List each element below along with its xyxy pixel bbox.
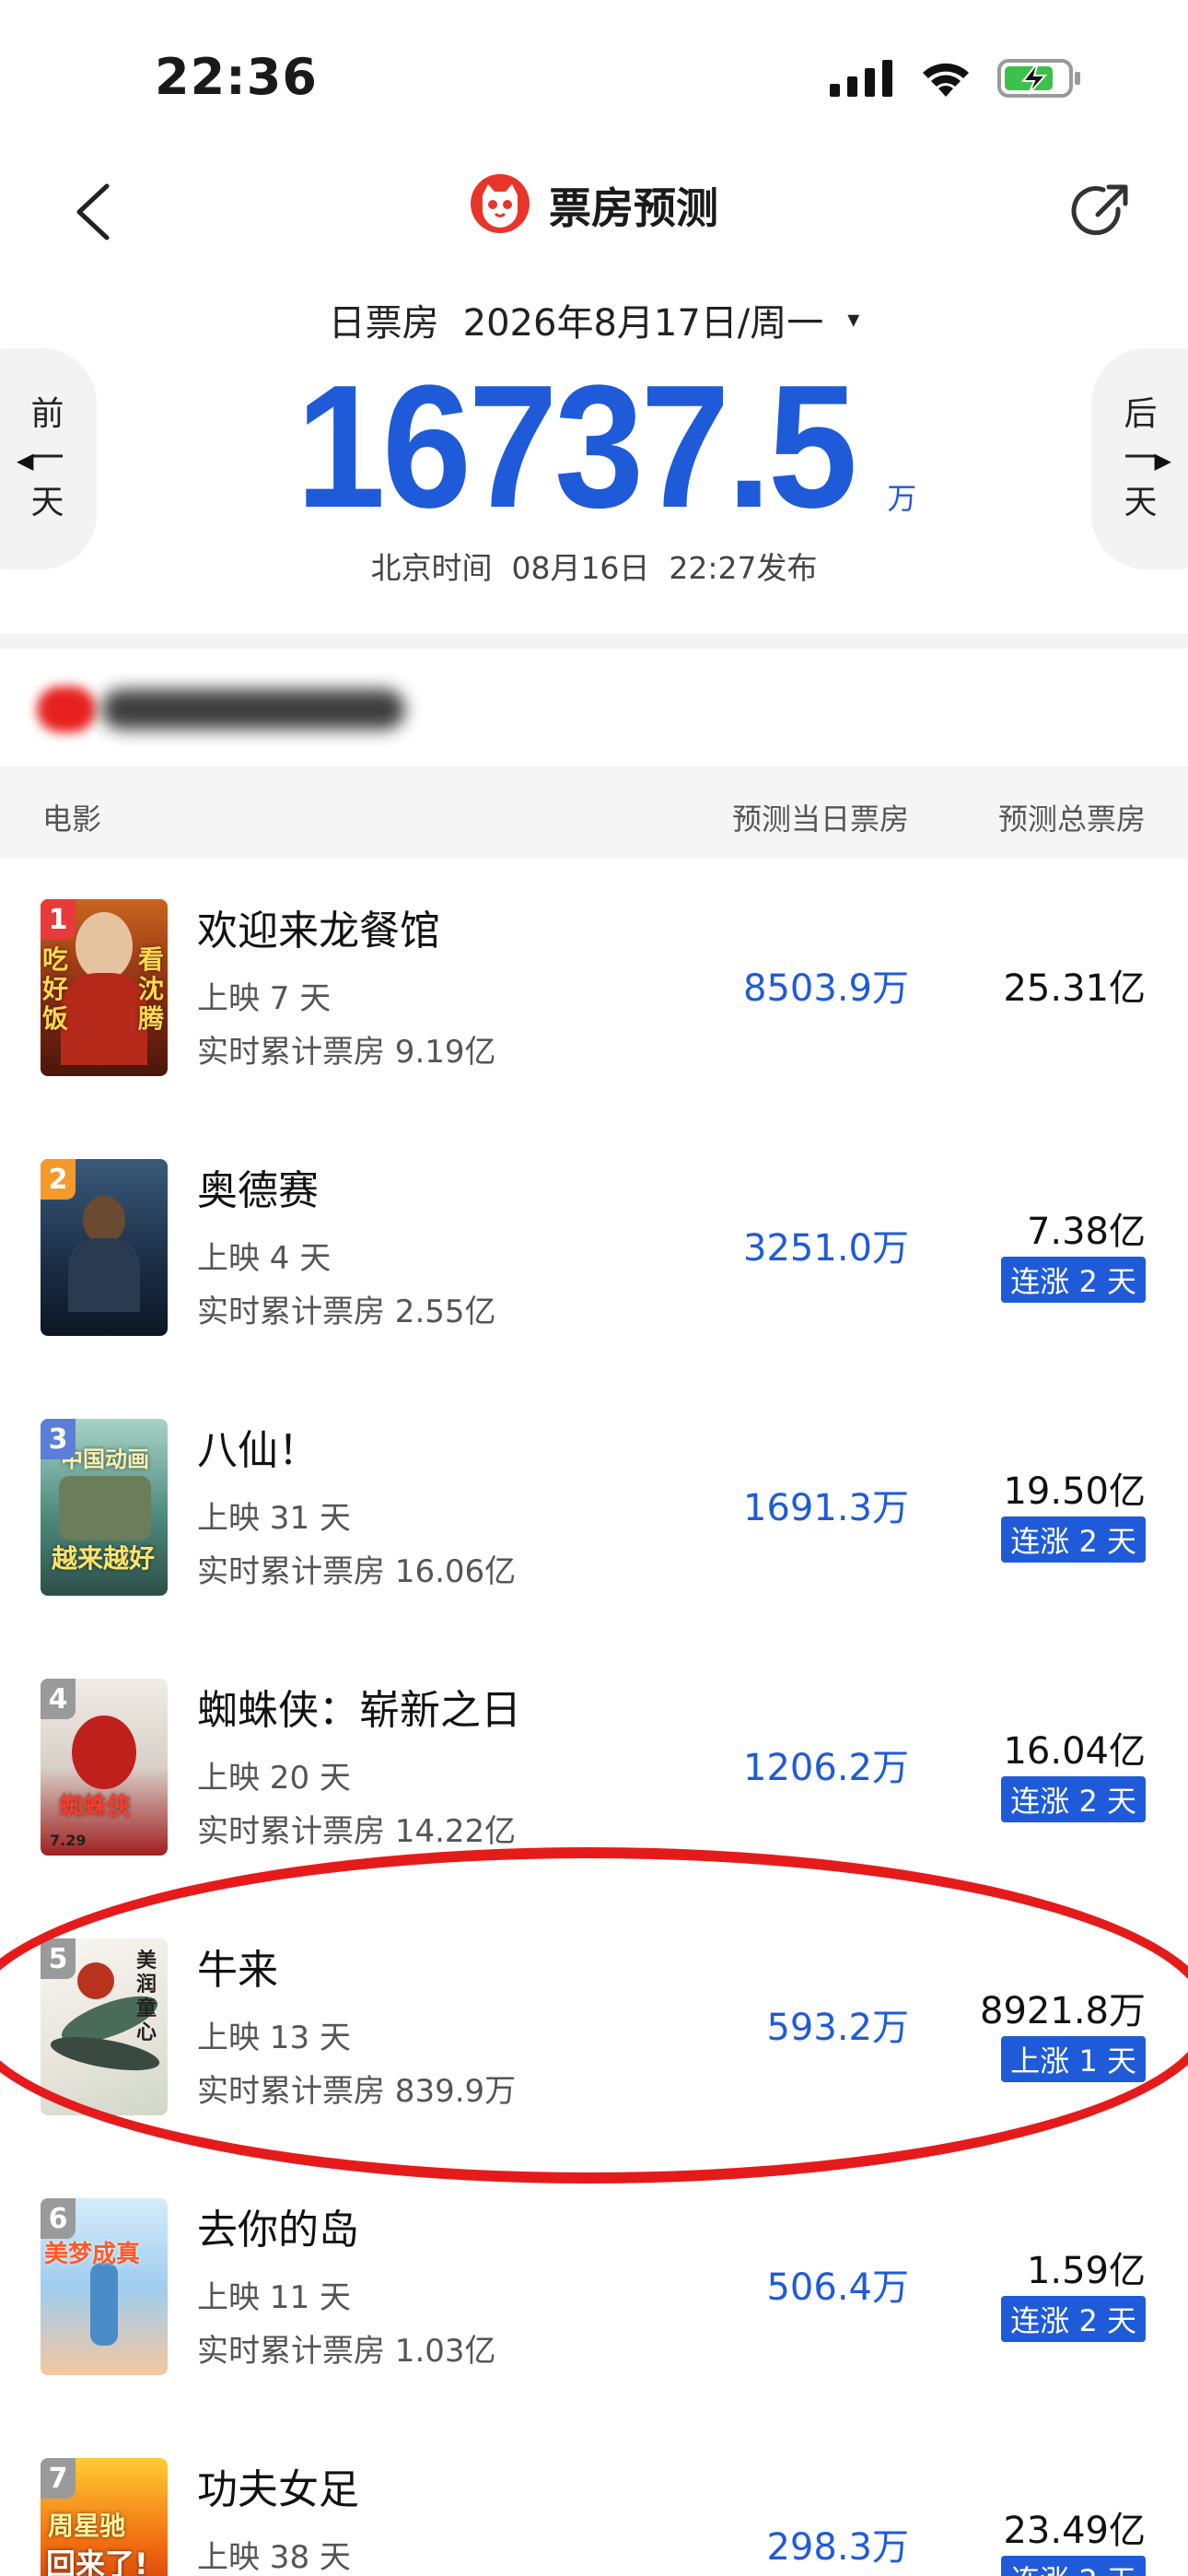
table-row[interactable]: 吃好饭 看沈腾 1 欢迎来龙餐馆 上映 7 天 实时累计票房 9.19亿 850…: [0, 859, 1188, 1118]
movie-poster: 周星驰 回来了! 7: [41, 2458, 168, 2576]
predicted-day-box: 1206.2万: [743, 1747, 909, 1789]
realtime-box: 实时累计票房 1.03亿: [197, 2333, 496, 2370]
predicted-total-box: 7.38亿: [1026, 1211, 1146, 1253]
table-header: 电影 预测当日票房 预测总票房: [0, 767, 1188, 859]
publish-time: 北京时间 08月16日 22:27发布: [370, 550, 818, 586]
cat-logo-icon: [470, 173, 530, 238]
status-time: 22:36: [155, 48, 318, 106]
predicted-day-box: 506.4万: [766, 2266, 909, 2309]
poster-text: 越来越好: [52, 1543, 156, 1574]
rank-badge: 3: [41, 1419, 76, 1459]
date-value: 2026年8月17日/周一: [462, 302, 824, 345]
movie-title: 去你的岛: [197, 2207, 359, 2254]
daily-total-value: 16737.5: [295, 349, 857, 544]
poster-text: 周星驰: [48, 2511, 126, 2541]
trend-badge: 连涨 2 天: [1001, 1776, 1146, 1822]
predicted-day-box: 593.2万: [766, 2007, 909, 2049]
dropdown-arrow-icon: ▾: [847, 306, 860, 334]
poster-text: 吃好饭: [42, 944, 69, 1034]
release-days: 上映 38 天: [197, 2539, 351, 2576]
movie-poster: 美梦成真 6: [41, 2198, 168, 2375]
release-days: 上映 13 天: [197, 2020, 351, 2056]
realtime-box: 实时累计票房 839.9万: [197, 2073, 517, 2110]
predicted-total-box: 1.59亿: [1026, 2250, 1146, 2292]
release-days: 上映 7 天: [197, 980, 332, 1017]
predicted-day-box: 8503.9万: [743, 967, 909, 1010]
movie-poster: 美润童心 5: [41, 1938, 168, 2115]
release-days: 上映 11 天: [197, 2279, 351, 2316]
predicted-total-box: 23.49亿: [1003, 2510, 1146, 2552]
movie-title: 八仙！: [197, 1427, 319, 1474]
movie-title: 功夫女足: [197, 2466, 359, 2513]
release-days: 上映 4 天: [197, 1240, 332, 1277]
predicted-day-box: 298.3万: [766, 2526, 909, 2569]
realtime-box: 实时累计票房 2.55亿: [197, 1294, 496, 1330]
table-row[interactable]: 2 奥德赛 上映 4 天 实时累计票房 2.55亿 3251.0万 7.38亿 …: [0, 1118, 1188, 1378]
table-row[interactable]: 美润童心 5 牛来 上映 13 天 实时累计票房 839.9万 593.2万 8…: [0, 1898, 1188, 2158]
poster-text: 7.29: [50, 1832, 87, 1849]
nav-bar: 票房预测: [0, 157, 1188, 267]
signal-icon: [830, 60, 894, 100]
wifi-icon: [918, 58, 973, 102]
rank-badge: 7: [41, 2458, 76, 2499]
movie-title: 蜘蛛侠：崭新之日: [197, 1687, 521, 1734]
share-button[interactable]: [1064, 175, 1137, 249]
predicted-total-box: 8921.8万: [980, 1990, 1146, 2032]
redacted-dot: [37, 686, 96, 732]
header-total-box: 预测总票房: [997, 802, 1146, 837]
table-row[interactable]: 蜘蛛侠 7.29 4 蜘蛛侠：崭新之日 上映 20 天 实时累计票房 14.22…: [0, 1638, 1188, 1898]
daily-total: 16737.5 万: [0, 349, 1188, 544]
movie-title: 欢迎来龙餐馆: [197, 907, 440, 954]
nav-title: 票房预测: [0, 173, 1188, 238]
predicted-total-box: 25.31亿: [1003, 967, 1146, 1010]
realtime-box: 实时累计票房 9.19亿: [197, 1034, 496, 1071]
poster-text: 美润童心: [136, 1950, 157, 2044]
movie-title: 牛来: [197, 1947, 278, 1994]
trend-badge: 连涨 2 天: [1001, 2556, 1146, 2576]
table-row[interactable]: 周星驰 回来了! 7 功夫女足 上映 38 天 298.3万 23.49亿 连涨…: [0, 2418, 1188, 2576]
date-label: 日票房: [328, 302, 439, 345]
poster-text: 美梦成真: [44, 2241, 141, 2268]
trend-badge: 连涨 2 天: [1001, 2296, 1146, 2342]
poster-text: 回来了!: [46, 2547, 148, 2576]
poster-text: 蜘蛛侠: [59, 1793, 132, 1821]
rank-badge: 1: [41, 899, 76, 940]
poster-text: 看沈腾: [138, 944, 165, 1034]
rank-badge: 2: [41, 1159, 76, 1200]
predicted-day-box: 1691.3万: [743, 1487, 909, 1529]
predicted-total-box: 19.50亿: [1003, 1470, 1146, 1513]
predicted-total-box: 16.04亿: [1003, 1730, 1146, 1773]
table-row[interactable]: 中国动画 越来越好 3 八仙！ 上映 31 天 实时累计票房 16.06亿 16…: [0, 1378, 1188, 1638]
realtime-box: 实时累计票房 14.22亿: [197, 1813, 517, 1850]
page: 22:36 票房预测 日票房 2026年8月17日/周一 ▾ ◀ 前一天 后一天…: [0, 0, 1188, 2576]
realtime-box: 实时累计票房 16.06亿: [197, 1553, 517, 1590]
trend-badge: 连涨 2 天: [1001, 1257, 1146, 1303]
table-row[interactable]: 美梦成真 6 去你的岛 上映 11 天 实时累计票房 1.03亿 506.4万 …: [0, 2158, 1188, 2418]
movie-poster: 蜘蛛侠 7.29 4: [41, 1679, 168, 1856]
redacted-text: [101, 689, 405, 730]
date-selector[interactable]: 日票房 2026年8月17日/周一 ▾: [0, 293, 1188, 346]
battery-charging-icon: [997, 57, 1082, 103]
page-title: 票房预测: [549, 183, 718, 233]
redacted-banner: [37, 686, 405, 732]
rank-badge: 5: [41, 1938, 76, 1979]
release-days: 上映 20 天: [197, 1760, 351, 1797]
movie-title: 奥德赛: [197, 1167, 319, 1214]
share-icon: [1071, 184, 1128, 236]
section-divider: [0, 634, 1188, 649]
trend-badge: 连涨 2 天: [1001, 1516, 1146, 1563]
release-days: 上映 31 天: [197, 1500, 351, 1537]
movie-poster: 中国动画 越来越好 3: [41, 1419, 168, 1596]
movie-poster: 吃好饭 看沈腾 1: [41, 899, 168, 1076]
predicted-day-box: 3251.0万: [743, 1227, 909, 1270]
trend-badge: 上涨 1 天: [1001, 2036, 1146, 2082]
status-bar: 22:36: [0, 0, 1188, 157]
status-icons: [830, 57, 1082, 103]
movie-poster: 2: [41, 1159, 168, 1336]
rank-badge: 6: [41, 2198, 76, 2239]
daily-total-unit: 万: [887, 481, 917, 516]
header-movie: 电影: [42, 802, 102, 837]
rank-badge: 4: [41, 1679, 76, 1719]
header-day-box: 预测当日票房: [731, 802, 909, 837]
